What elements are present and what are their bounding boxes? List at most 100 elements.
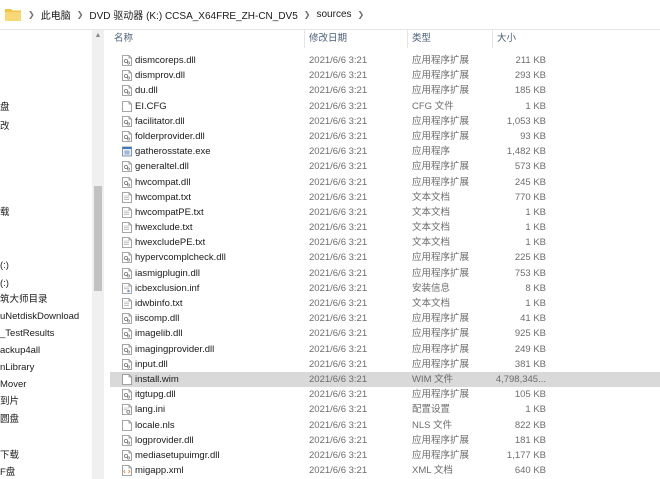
address-bar[interactable]: ❯ 此电脑 ❯ DVD 驱动器 (K:) CCSA_X64FRE_ZH-CN_D…	[0, 0, 660, 30]
file-name: du.dll	[135, 85, 158, 97]
nav-item[interactable]: 圆盘	[0, 412, 90, 428]
nav-item[interactable]: (:)	[0, 276, 90, 292]
column-type[interactable]: 类型	[407, 30, 491, 48]
file-row[interactable]: locale.nls 2021/6/6 3:21 NLS 文件 822 KB	[110, 418, 660, 433]
file-row[interactable]: logprovider.dll 2021/6/6 3:21 应用程序扩展 181 KB	[110, 433, 660, 448]
breadcrumb-this-pc[interactable]: 此电脑	[41, 7, 71, 22]
file-size: 925 KB	[514, 328, 546, 340]
nav-item[interactable]: uNetdiskDownload	[0, 309, 90, 325]
file-row[interactable]: input.dll 2021/6/6 3:21 应用程序扩展 381 KB	[110, 357, 660, 372]
file-date: 2021/6/6 3:21	[309, 85, 368, 97]
nav-scrollbar[interactable]: ▲	[92, 30, 104, 479]
file-name: folderprovider.dll	[135, 130, 205, 142]
breadcrumb-sources[interactable]: sources	[316, 9, 351, 20]
file-row[interactable]: icbexclusion.inf 2021/6/6 3:21 安装信息 8 KB	[110, 281, 660, 296]
file-name: imagelib.dll	[135, 328, 183, 340]
chevron-right-icon[interactable]: ❯	[352, 10, 371, 19]
nav-item[interactable]: Mover	[0, 377, 90, 393]
nav-item[interactable]: _TestResults	[0, 326, 90, 342]
file-row[interactable]: EI.CFG 2021/6/6 3:21 CFG 文件 1 KB	[110, 99, 660, 114]
file-date: 2021/6/6 3:21	[309, 115, 368, 127]
breadcrumb-dvd-drive[interactable]: DVD 驱动器 (K:) CCSA_X64FRE_ZH-CN_DV5	[89, 7, 297, 22]
txt-icon	[122, 237, 132, 249]
file-size: 1,482 KB	[506, 146, 546, 158]
file-date: 2021/6/6 3:21	[309, 358, 368, 370]
nav-item[interactable]: 载	[0, 205, 90, 221]
file-size: 185 KB	[514, 85, 546, 97]
file-row[interactable]: hwexclude.txt 2021/6/6 3:21 文本文档 1 KB	[110, 220, 660, 235]
chevron-right-icon[interactable]: ❯	[71, 10, 90, 19]
file-date: 2021/6/6 3:21	[309, 252, 368, 264]
file-type: 应用程序扩展	[412, 176, 470, 188]
file-name: hypervcomplcheck.dll	[135, 252, 226, 264]
file-row[interactable]: folderprovider.dll 2021/6/6 3:21 应用程序扩展 93 …	[110, 129, 660, 144]
file-type: CFG 文件	[412, 100, 454, 112]
dll-icon	[122, 70, 132, 82]
file-row[interactable]: imagingprovider.dll 2021/6/6 3:21 应用程序扩展 24…	[110, 342, 660, 357]
file-type: 文本文档	[412, 206, 451, 218]
file-row[interactable]: iasmigplugin.dll 2021/6/6 3:21 应用程序扩展 753 K…	[110, 266, 660, 281]
file-row[interactable]: idwbinfo.txt 2021/6/6 3:21 文本文档 1 KB	[110, 296, 660, 311]
file-row[interactable]: hwcompat.dll 2021/6/6 3:21 应用程序扩展 245 KB	[110, 175, 660, 190]
file-name: locale.nls	[135, 419, 175, 431]
nav-item[interactable]: 改	[0, 119, 90, 135]
file-row[interactable]: gatherosstate.exe 2021/6/6 3:21 应用程序 1,482 …	[110, 144, 660, 159]
file-type: 应用程序扩展	[412, 389, 470, 401]
dll-icon	[122, 343, 132, 355]
nav-item[interactable]: 到片	[0, 394, 90, 410]
file-row[interactable]: du.dll 2021/6/6 3:21 应用程序扩展 185 KB	[110, 83, 660, 98]
file-row[interactable]: dismprov.dll 2021/6/6 3:21 应用程序扩展 293 KB	[110, 68, 660, 83]
file-type: 文本文档	[412, 222, 451, 234]
column-date[interactable]: 修改日期	[304, 30, 406, 48]
file-name: iasmigplugin.dll	[135, 267, 200, 279]
nav-item[interactable]: F盘	[0, 465, 90, 479]
ini-icon	[122, 404, 132, 416]
file-row[interactable]: lang.ini 2021/6/6 3:21 配置设置 1 KB	[110, 402, 660, 417]
chevron-right-icon[interactable]: ❯	[298, 10, 317, 19]
file-row[interactable]: iiscomp.dll 2021/6/6 3:21 应用程序扩展 41 KB	[110, 311, 660, 326]
file-type: 文本文档	[412, 298, 451, 309]
file-row[interactable]: migapp.xml 2021/6/6 3:21 XML 文档 640 KB	[110, 463, 660, 478]
file-type: 文本文档	[412, 191, 451, 203]
file-row[interactable]: imagelib.dll 2021/6/6 3:21 应用程序扩展 925 KB	[110, 326, 660, 341]
file-row[interactable]: facilitator.dll 2021/6/6 3:21 应用程序扩展 1,053 …	[110, 114, 660, 129]
file-row[interactable]: install.wim 2021/6/6 3:21 WIM 文件 4,798,345.…	[110, 371, 660, 388]
file-size: 1 KB	[525, 206, 546, 218]
file-type: 文本文档	[412, 237, 451, 249]
file-type: 应用程序扩展	[412, 115, 470, 127]
nav-scrollbar-thumb[interactable]	[94, 186, 102, 291]
nav-item[interactable]: 筑大师目录	[0, 292, 90, 308]
chevron-right-icon[interactable]: ❯	[22, 10, 41, 19]
file-size: 245 KB	[514, 176, 546, 188]
nav-item[interactable]: ackup4all	[0, 343, 90, 359]
file-name: EI.CFG	[135, 100, 167, 112]
nav-item[interactable]: 下载	[0, 448, 90, 464]
file-name: imagingprovider.dll	[135, 343, 215, 355]
nav-item[interactable]: nLibrary	[0, 360, 90, 376]
file-row[interactable]: dismcoreps.dll 2021/6/6 3:21 应用程序扩展 211 KB	[110, 53, 660, 68]
file-row[interactable]: itgtupg.dll 2021/6/6 3:21 应用程序扩展 105 KB	[110, 387, 660, 402]
file-row[interactable]: hwexcludePE.txt 2021/6/6 3:21 文本文档 1 KB	[110, 235, 660, 250]
file-row[interactable]: hwcompat.txt 2021/6/6 3:21 文本文档 770 KB	[110, 190, 660, 205]
file-name: logprovider.dll	[135, 434, 194, 446]
file-date: 2021/6/6 3:21	[309, 70, 368, 82]
nav-item[interactable]: (:)	[0, 258, 90, 274]
file-size: 8 KB	[525, 282, 546, 294]
column-name[interactable]: 名称	[110, 30, 303, 48]
file-name: iiscomp.dll	[135, 313, 180, 325]
file-date: 2021/6/6 3:21	[309, 373, 368, 385]
file-row[interactable]: hypervcomplcheck.dll 2021/6/6 3:21 应用程序扩展 2…	[110, 250, 660, 265]
file-size: 822 KB	[514, 419, 546, 431]
scroll-up-icon[interactable]: ▲	[92, 30, 104, 42]
file-name: install.wim	[135, 373, 179, 385]
file-name: hwcompat.dll	[135, 176, 191, 188]
file-date: 2021/6/6 3:21	[309, 328, 368, 340]
column-size[interactable]: 大小	[492, 30, 552, 48]
file-size: 1 KB	[525, 404, 546, 416]
file-row[interactable]: mediasetupuimgr.dll 2021/6/6 3:21 应用程序扩展 1,…	[110, 448, 660, 463]
file-row[interactable]: hwcompatPE.txt 2021/6/6 3:21 文本文档 1 KB	[110, 205, 660, 220]
dll-icon	[122, 176, 132, 188]
txt-icon	[122, 206, 132, 218]
nav-item[interactable]: 盘	[0, 100, 90, 116]
file-row[interactable]: generaltel.dll 2021/6/6 3:21 应用程序扩展 573 KB	[110, 159, 660, 174]
